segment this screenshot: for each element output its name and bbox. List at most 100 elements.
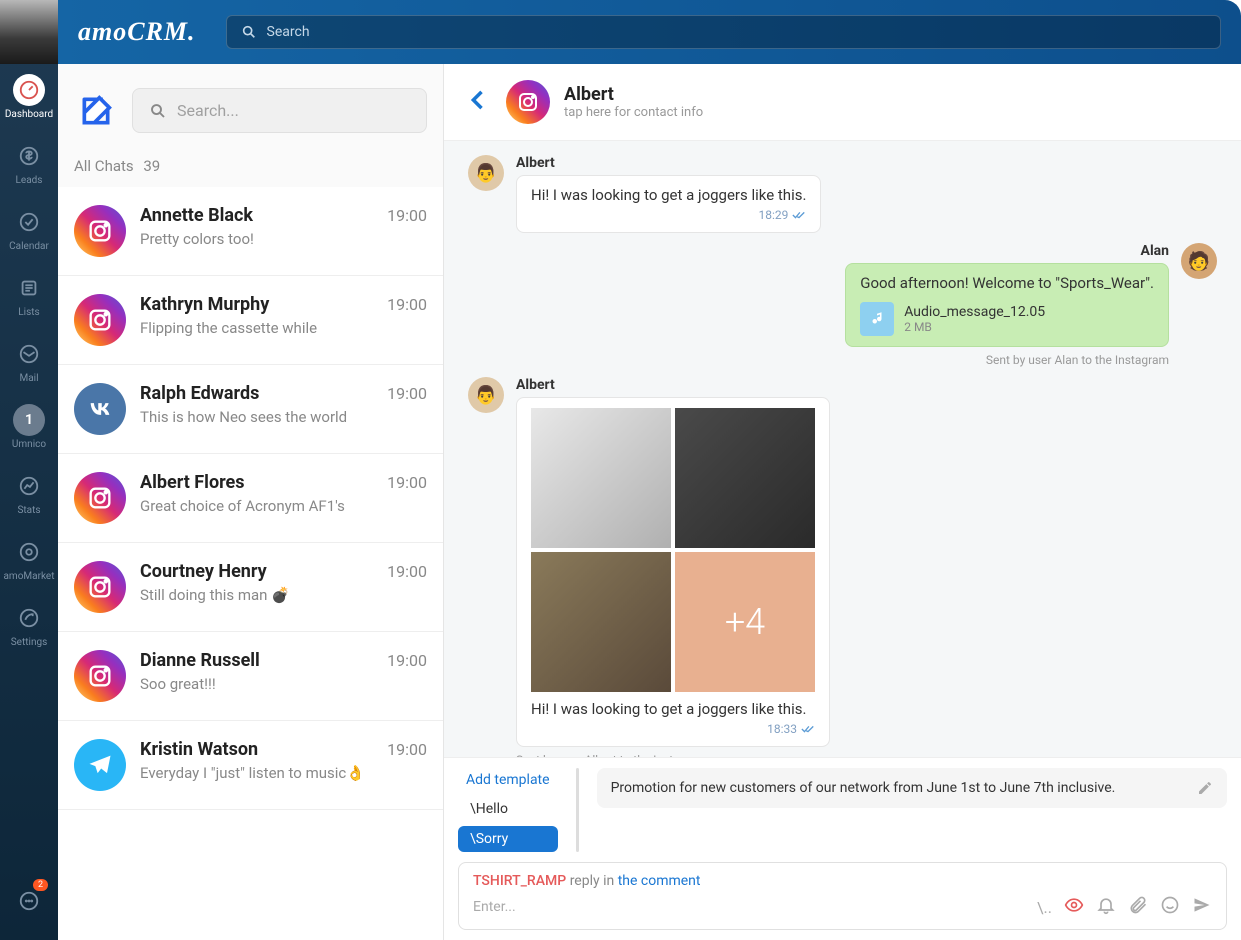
compose-area: Add template \Hello \Sorry Promotion for… xyxy=(444,757,1241,940)
vk-avatar-icon xyxy=(74,383,126,435)
message-text: Hi! I was looking to get a joggers like … xyxy=(531,700,806,718)
send-button[interactable] xyxy=(1192,895,1212,919)
double-check-icon xyxy=(792,210,806,220)
back-button[interactable] xyxy=(464,86,492,118)
search-icon xyxy=(149,102,167,120)
double-check-icon xyxy=(801,724,815,734)
chat-time: 19:00 xyxy=(387,562,427,581)
chat-count: 39 xyxy=(143,157,160,175)
chat-name: Albert Flores xyxy=(140,472,245,493)
photo-more-overlay[interactable]: +4 xyxy=(675,552,815,692)
chat-time: 19:00 xyxy=(387,473,427,492)
templates-row: Add template \Hello \Sorry Promotion for… xyxy=(458,768,1227,852)
nav-stats[interactable]: Stats xyxy=(0,460,58,526)
chat-item[interactable]: Albert Flores 19:00 Great choice of Acro… xyxy=(58,454,443,543)
composer-toolbar: \.. xyxy=(1037,895,1212,919)
chat-time: 19:00 xyxy=(387,651,427,670)
audio-attachment[interactable]: Audio_message_12.05 2 MB xyxy=(860,302,1154,336)
chat-name: Kathryn Murphy xyxy=(140,294,269,315)
photo-thumbnail[interactable] xyxy=(531,408,671,548)
nav-umnico[interactable]: 1 Umnico xyxy=(0,394,58,460)
chat-preview: Flipping the cassette while xyxy=(140,319,427,337)
reply-context-line: TSHIRT_RAMP reply in the comment xyxy=(473,873,1212,889)
chat-item[interactable]: Kathryn Murphy 19:00 Flipping the casset… xyxy=(58,276,443,365)
chat-time: 19:00 xyxy=(387,740,427,759)
chat-item[interactable]: Dianne Russell 19:00 Soo great!!! xyxy=(58,632,443,721)
chat-name: Annette Black xyxy=(140,205,253,226)
message-bubble: Hi! I was looking to get a joggers like … xyxy=(516,175,821,233)
message-time: 18:33 xyxy=(767,722,797,736)
search-placeholder: Search xyxy=(267,24,310,40)
context-link[interactable]: the comment xyxy=(618,873,701,889)
photo-thumbnail[interactable] xyxy=(675,408,815,548)
attach-button[interactable] xyxy=(1128,895,1148,919)
nav-settings[interactable]: Settings xyxy=(0,592,58,658)
messages-area: 👨 Albert Hi! I was looking to get a jogg… xyxy=(444,141,1241,757)
message-input-box[interactable]: TSHIRT_RAMP reply in the comment Enter..… xyxy=(458,862,1227,930)
chat-name: Kristin Watson xyxy=(140,739,258,760)
add-template-button[interactable]: Add template xyxy=(458,768,558,792)
sent-by-label: Sent by user Alan to the Instagram xyxy=(986,353,1169,367)
nav-label: Calendar xyxy=(9,241,49,252)
chat-item[interactable]: Kristin Watson 19:00 Everyday I "just" l… xyxy=(58,721,443,810)
message-sender: Albert xyxy=(516,155,821,171)
avatar: 👨 xyxy=(468,155,504,191)
template-preview: Promotion for new customers of our netwo… xyxy=(597,768,1227,808)
chat-item[interactable]: Annette Black 19:00 Pretty colors too! xyxy=(58,187,443,276)
chat-list-panel: Search... All Chats 39 Annette Black 19:… xyxy=(58,64,444,940)
chat-preview: Still doing this man 💣 xyxy=(140,586,427,604)
chat-item[interactable]: Ralph Edwards 19:00 This is how Neo sees… xyxy=(58,365,443,454)
nav-amomarket[interactable]: amoMarket xyxy=(0,526,58,592)
avatar: 👨 xyxy=(468,377,504,413)
ig-avatar-icon xyxy=(74,561,126,613)
chat-preview: Pretty colors too! xyxy=(140,230,427,248)
conversation-subtitle[interactable]: tap here for contact info xyxy=(564,105,703,120)
compose-icon xyxy=(76,91,116,131)
visibility-button[interactable] xyxy=(1064,895,1084,919)
chat-item[interactable]: Courtney Henry 19:00 Still doing this ma… xyxy=(58,543,443,632)
conversation-avatar[interactable] xyxy=(506,80,550,124)
message-bubble: Good afternoon! Welcome to "Sports_Wear"… xyxy=(845,263,1169,347)
compose-button[interactable] xyxy=(74,89,118,133)
chat-preview: This is how Neo sees the world xyxy=(140,408,427,426)
chat-time: 19:00 xyxy=(387,206,427,225)
top-header: amoCRM. Search xyxy=(58,0,1241,64)
nav-mail[interactable]: Mail xyxy=(0,328,58,394)
chat-search-input[interactable]: Search... xyxy=(132,88,427,133)
nav-label: amoMarket xyxy=(3,571,54,582)
message-text: Hi! I was looking to get a joggers like … xyxy=(531,186,806,204)
ig-avatar-icon xyxy=(74,472,126,524)
avatar: 🧑 xyxy=(1181,243,1217,279)
check-circle-icon xyxy=(13,206,45,238)
nav-dashboard[interactable]: Dashboard xyxy=(0,64,58,130)
nav-lists[interactable]: Lists xyxy=(0,262,58,328)
emoji-button[interactable] xyxy=(1160,895,1180,919)
slash-command-button[interactable]: \.. xyxy=(1037,898,1052,917)
nav-label: Stats xyxy=(17,505,40,516)
chat-preview: Everyday I "just" listen to music👌 xyxy=(140,764,427,782)
audio-size: 2 MB xyxy=(904,320,1045,334)
bell-button[interactable] xyxy=(1096,895,1116,919)
nav-label: Umnico xyxy=(12,439,46,450)
conversation-title: Albert xyxy=(564,84,703,105)
nav-label: Settings xyxy=(11,637,48,648)
chat-name: Courtney Henry xyxy=(140,561,267,582)
list-icon xyxy=(13,272,45,304)
template-chip-active[interactable]: \Sorry xyxy=(458,826,558,852)
message-time: 18:29 xyxy=(759,208,789,222)
message-outgoing: Alan Good afternoon! Welcome to "Sports_… xyxy=(468,243,1217,367)
nav-leads[interactable]: Leads xyxy=(0,130,58,196)
nav-calendar[interactable]: Calendar xyxy=(0,196,58,262)
nav-notifications[interactable]: 2 xyxy=(0,875,58,930)
edit-icon[interactable] xyxy=(1197,780,1213,796)
dollar-icon xyxy=(13,140,45,172)
message-incoming: 👨 Albert +4 Hi! I was looking to get a j… xyxy=(468,377,1217,757)
instagram-icon xyxy=(516,90,540,114)
global-search[interactable]: Search xyxy=(226,15,1221,49)
message-sender: Albert xyxy=(516,377,830,393)
chat-time: 19:00 xyxy=(387,384,427,403)
template-preview-text: Promotion for new customers of our netwo… xyxy=(611,780,1116,796)
template-chip[interactable]: \Hello xyxy=(458,796,558,822)
conversation-panel: Albert tap here for contact info 👨 Alber… xyxy=(444,64,1241,940)
photo-thumbnail[interactable] xyxy=(531,552,671,692)
